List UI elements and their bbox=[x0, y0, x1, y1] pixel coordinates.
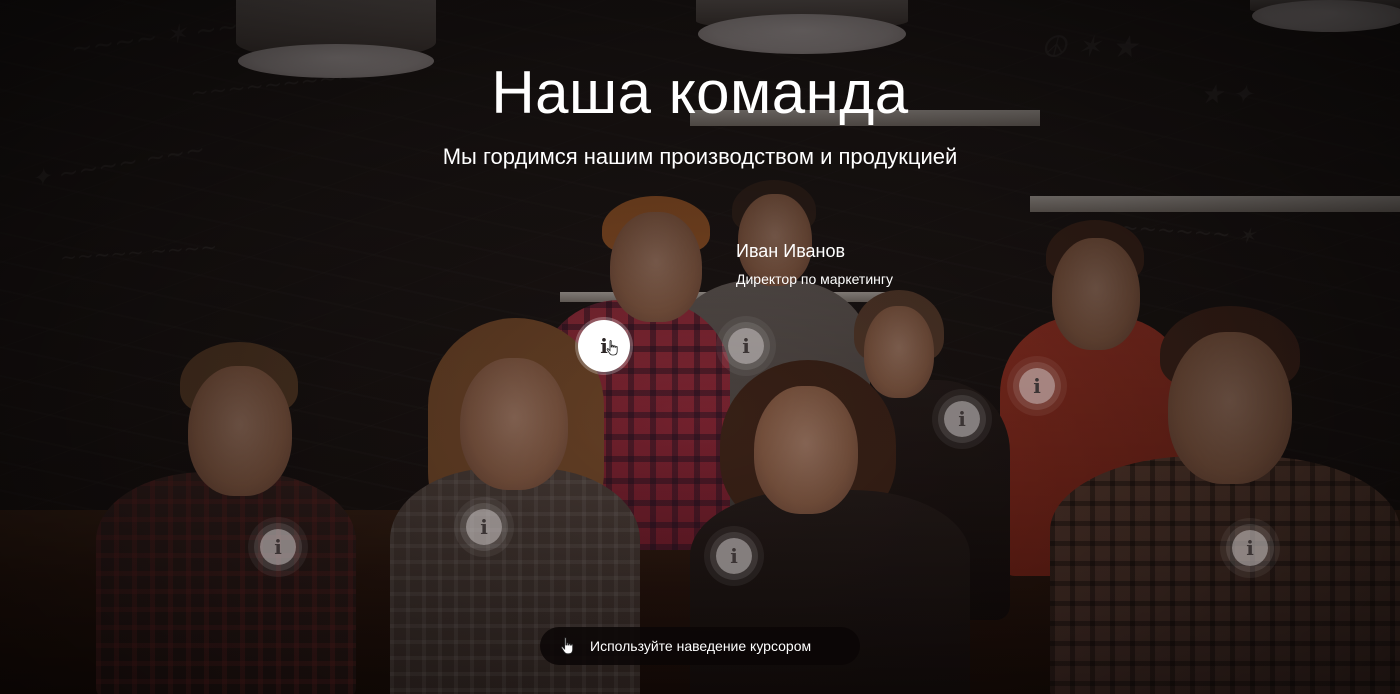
page-title: Наша команда bbox=[491, 59, 909, 126]
info-icon: i bbox=[742, 334, 750, 358]
member-name: Иван Иванов bbox=[736, 241, 846, 261]
info-hotspot-member-6[interactable]: i bbox=[260, 529, 296, 565]
chalk-scribble: ~~~~~ ~~~~ bbox=[59, 234, 218, 270]
hint-text: Используйте наведение курсором bbox=[590, 638, 812, 654]
hand-pointer-icon bbox=[560, 637, 574, 655]
info-hotspot-member-2[interactable]: i bbox=[728, 328, 764, 364]
info-hotspot-member-8[interactable]: i bbox=[1232, 530, 1268, 566]
hand-pointer-icon bbox=[606, 340, 618, 356]
info-icon: i bbox=[480, 515, 488, 539]
info-icon: i bbox=[1246, 536, 1254, 560]
info-icon: i bbox=[730, 544, 738, 568]
info-hotspot-member-7[interactable]: i bbox=[716, 538, 752, 574]
wall-shelf bbox=[1030, 196, 1400, 212]
page-subtitle: Мы гордимся нашим производством и продук… bbox=[442, 144, 958, 169]
info-hotspot-member-3[interactable]: i bbox=[1019, 368, 1055, 404]
hover-hint: Используйте наведение курсором bbox=[540, 627, 860, 665]
member-role: Директор по маркетингу bbox=[736, 271, 894, 287]
team-section: ~~~~ ✶ ~~~~ ~~~~~~~~~~~~ ✦ ~~~~ ~~~ ~~~~… bbox=[0, 0, 1400, 694]
info-icon: i bbox=[958, 407, 966, 431]
info-icon: i bbox=[274, 535, 282, 559]
info-icon: i bbox=[1033, 374, 1041, 398]
info-hotspot-member-4[interactable]: i bbox=[944, 401, 980, 437]
info-hotspot-member-1[interactable]: i bbox=[578, 320, 630, 372]
info-hotspot-member-5[interactable]: i bbox=[466, 509, 502, 545]
